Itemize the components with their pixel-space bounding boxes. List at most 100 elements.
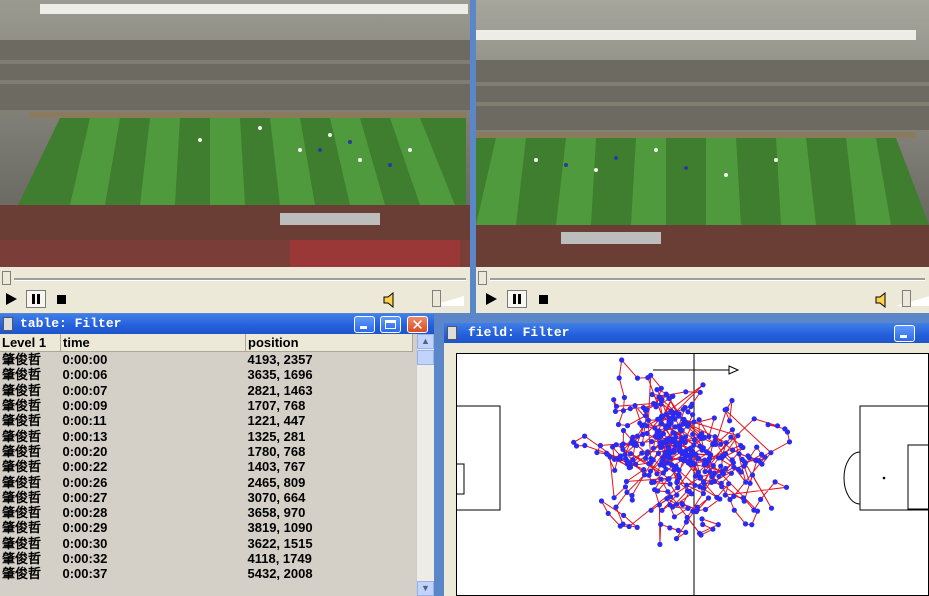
left-seek-track[interactable]: [14, 278, 466, 281]
table-row[interactable]: 肇俊哲 0:00:30 3622, 1515: [0, 535, 413, 551]
table-row[interactable]: 肇俊哲 0:00:06 3635, 1696: [0, 367, 413, 383]
track-point: [783, 484, 790, 490]
left-seek-thumb[interactable]: [2, 271, 11, 285]
close-button[interactable]: ✕: [407, 316, 428, 334]
track-point: [688, 449, 695, 455]
left-volume-slider[interactable]: [430, 290, 468, 308]
left-seek-bar[interactable]: [0, 270, 470, 288]
scroll-thumb[interactable]: [417, 350, 434, 365]
track-point: [616, 375, 622, 381]
track-point: [687, 454, 693, 460]
track-point: [667, 525, 673, 531]
column-header-level[interactable]: Level 1: [0, 334, 61, 352]
cell-time: 0:00:27: [60, 489, 246, 505]
table-row[interactable]: 肇俊哲 0:00:32 4118, 1749: [0, 550, 413, 567]
cell-player: 肇俊哲: [0, 535, 61, 551]
right-seek-bar[interactable]: [476, 270, 929, 288]
left-speaker-icon[interactable]: [382, 292, 400, 308]
column-header-time[interactable]: time: [60, 334, 246, 352]
table-window-titlebar[interactable]: table: Filter ✕: [0, 314, 434, 334]
track-point: [659, 421, 665, 427]
left-video-player: [0, 0, 470, 313]
track-point: [696, 530, 703, 536]
track-point: [648, 456, 654, 462]
right-seek-thumb[interactable]: [478, 271, 487, 285]
minimize-button[interactable]: [354, 316, 375, 333]
soccer-field-canvas[interactable]: [456, 353, 929, 596]
scroll-down-button[interactable]: ▼: [417, 581, 434, 596]
track-point: [697, 389, 703, 395]
table-vertical-scrollbar[interactable]: ▲ ▼: [416, 334, 434, 596]
cell-time: 0:00:22: [60, 459, 246, 475]
cell-position: 1221, 447: [245, 413, 413, 429]
track-point: [654, 429, 660, 435]
field-minimize-button[interactable]: [894, 325, 915, 342]
right-pause-button[interactable]: [507, 290, 527, 308]
right-volume-slider[interactable]: [896, 290, 929, 308]
cell-time: 0:00:32: [60, 550, 246, 567]
table-row[interactable]: 肇俊哲 0:00:09 1707, 768: [0, 397, 413, 414]
cell-player: 肇俊哲: [0, 550, 61, 567]
track-point: [710, 526, 716, 532]
table-row[interactable]: 肇俊哲 0:00:28 3658, 970: [0, 504, 413, 521]
left-video-frame[interactable]: [0, 0, 470, 267]
track-point: [666, 476, 672, 482]
right-volume-thumb[interactable]: [902, 290, 911, 307]
cell-time: 0:00:09: [60, 397, 246, 414]
track-point: [645, 417, 651, 423]
track-point: [667, 455, 673, 461]
table-row[interactable]: 肇俊哲 0:00:29 3819, 1090: [0, 520, 413, 536]
left-pause-button[interactable]: [26, 290, 46, 308]
track-point: [692, 482, 698, 488]
table-row[interactable]: 肇俊哲 0:00:27 3070, 664: [0, 489, 413, 505]
track-point: [582, 433, 588, 439]
table-row[interactable]: 肇俊哲 0:00:11 1221, 447: [0, 413, 413, 429]
track-point: [643, 423, 650, 429]
track-point: [700, 382, 706, 388]
track-point: [647, 468, 654, 474]
track-point: [622, 484, 629, 490]
left-stop-button[interactable]: [51, 290, 71, 308]
track-point: [705, 495, 712, 501]
right-play-button[interactable]: [481, 290, 501, 308]
track-point: [666, 448, 672, 454]
track-point: [664, 439, 670, 445]
track-point: [658, 401, 664, 407]
field-window-titlebar[interactable]: field: Filter: [444, 323, 929, 343]
maximize-button[interactable]: [380, 316, 401, 333]
track-point: [660, 413, 666, 419]
cell-position: 3819, 1090: [245, 520, 413, 536]
track-point: [697, 484, 703, 490]
left-volume-thumb[interactable]: [432, 290, 441, 307]
track-point: [649, 391, 655, 398]
track-point: [670, 430, 676, 436]
table-row[interactable]: 肇俊哲 0:00:22 1403, 767: [0, 459, 413, 475]
track-point: [723, 465, 729, 472]
track-point: [644, 451, 650, 457]
track-point: [690, 508, 696, 514]
cell-player: 肇俊哲: [0, 397, 61, 414]
track-point: [639, 450, 645, 456]
track-point: [640, 431, 646, 438]
right-stop-button[interactable]: [533, 290, 553, 308]
right-seek-track[interactable]: [490, 278, 925, 281]
table-row[interactable]: 肇俊哲 0:00:20 1780, 768: [0, 443, 413, 460]
table-row[interactable]: 肇俊哲 0:00:13 1325, 281: [0, 428, 413, 444]
right-video-frame[interactable]: [476, 0, 929, 267]
table-row[interactable]: 肇俊哲 0:00:00 4193, 2357: [0, 351, 413, 368]
track-point: [619, 357, 625, 363]
track-point: [639, 441, 645, 447]
table-row[interactable]: 肇俊哲 0:00:37 5432, 2008: [0, 566, 413, 582]
table-row[interactable]: 肇俊哲 0:00:07 2821, 1463: [0, 382, 413, 398]
column-header-position[interactable]: position: [245, 334, 413, 352]
left-play-button[interactable]: [1, 290, 21, 308]
pause-icon: [513, 294, 521, 304]
track-point: [672, 424, 678, 430]
scroll-up-button[interactable]: ▲: [417, 334, 434, 349]
right-speaker-icon[interactable]: [874, 292, 892, 308]
track-point: [694, 504, 700, 510]
cell-time: 0:00:28: [60, 504, 246, 521]
track-point: [660, 470, 666, 476]
track-point: [648, 372, 654, 378]
table-row[interactable]: 肇俊哲 0:00:26 2465, 809: [0, 474, 413, 490]
